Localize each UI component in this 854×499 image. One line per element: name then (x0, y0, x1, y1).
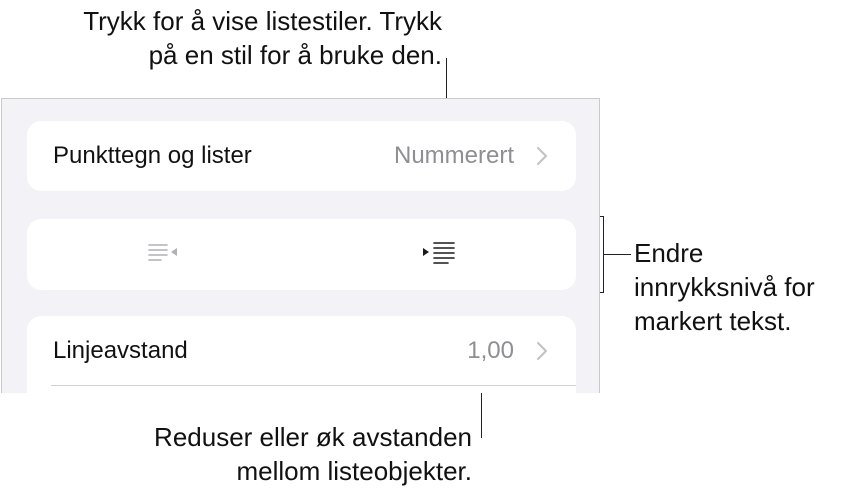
spacing-callout: Reduser eller øk avstanden mellom listeo… (154, 420, 472, 488)
spacing-callout-line-2: mellom listeobjekter. (236, 456, 472, 486)
list-format-panel: Punkttegn og lister Nummerert Linjeavsta… (1, 98, 600, 393)
bullets-and-lists-label: Punkttegn og lister (53, 142, 252, 169)
indent-card (27, 219, 576, 290)
indent-callout: Endre innrykksnivå for markert tekst. (634, 236, 815, 338)
bullets-callout-line-2: på en stil for å bruke den. (148, 40, 442, 70)
line-spacing-row[interactable]: Linjeavstand 1,00 (27, 316, 576, 386)
indent-callout-line-3: markert tekst. (634, 306, 792, 336)
list-style-value: Nummerert (393, 142, 514, 169)
indent-callout-line-2: innrykksnivå for (634, 272, 815, 302)
line-spacing-value: 1,00 (467, 337, 514, 364)
row-divider (51, 385, 576, 386)
bullets-callout: Trykk for å vise listestiler. Trykk på e… (83, 4, 442, 72)
increase-indent-icon (421, 240, 457, 269)
indent-callout-line-1: Endre (634, 238, 704, 268)
decrease-indent-button[interactable] (27, 219, 301, 290)
line-spacing-label: Linjeavstand (53, 337, 188, 364)
chevron-right-icon (534, 145, 550, 167)
spacing-callout-line-1: Reduser eller øk avstanden (154, 422, 472, 452)
bullets-callout-line-1: Trykk for å vise listestiler. Trykk (83, 6, 442, 36)
spacing-card: Linjeavstand 1,00 (27, 316, 576, 393)
decrease-indent-icon (147, 240, 181, 269)
bullets-card: Punkttegn og lister Nummerert (27, 121, 576, 191)
chevron-right-icon (534, 340, 550, 362)
bullets-and-lists-row[interactable]: Punkttegn og lister Nummerert (27, 121, 576, 191)
indent-leader-line (604, 254, 631, 255)
increase-indent-button[interactable] (302, 219, 576, 290)
